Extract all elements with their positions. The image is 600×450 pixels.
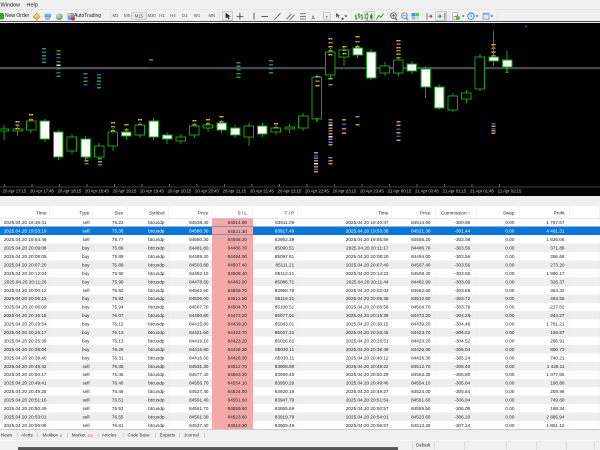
svg-text:20 Apr 19:15: 20 Apr 19:15 [113,189,137,194]
svg-text:21 Apr 00:45: 21 Apr 00:45 [415,189,439,194]
svg-text:20 Apr 17:45: 20 Apr 17:45 [30,189,54,194]
svg-text:21 Apr 01:15: 21 Apr 01:15 [443,189,467,194]
svg-text:20 Apr 21:45: 20 Apr 21:45 [250,189,274,194]
svg-text:T: T [325,15,328,20]
svg-text:21 Apr 00:15: 21 Apr 00:15 [388,189,412,194]
svg-text:20 Apr 22:15: 20 Apr 22:15 [278,189,302,194]
svg-text:20 Apr 22:45: 20 Apr 22:45 [305,189,329,194]
svg-text:21 Apr 02:15: 21 Apr 02:15 [498,189,522,194]
svg-text:20 Apr 20:45: 20 Apr 20:45 [195,189,219,194]
svg-text:20 Apr 18:45: 20 Apr 18:45 [85,189,109,194]
svg-text:20 Apr 23:15: 20 Apr 23:15 [333,189,357,194]
svg-text:20 Apr 18:15: 20 Apr 18:15 [58,189,82,194]
svg-text:21 Apr 01:45: 21 Apr 01:45 [470,189,494,194]
svg-text:20 Apr 19:45: 20 Apr 19:45 [140,189,164,194]
svg-text:20 Apr 23:45: 20 Apr 23:45 [360,189,384,194]
svg-text:20 Apr 21:15: 20 Apr 21:15 [223,189,247,194]
svg-text:20 Apr 20:15: 20 Apr 20:15 [168,189,192,194]
svg-text:A: A [312,16,316,22]
svg-text:20 Apr 17:15: 20 Apr 17:15 [3,189,27,194]
